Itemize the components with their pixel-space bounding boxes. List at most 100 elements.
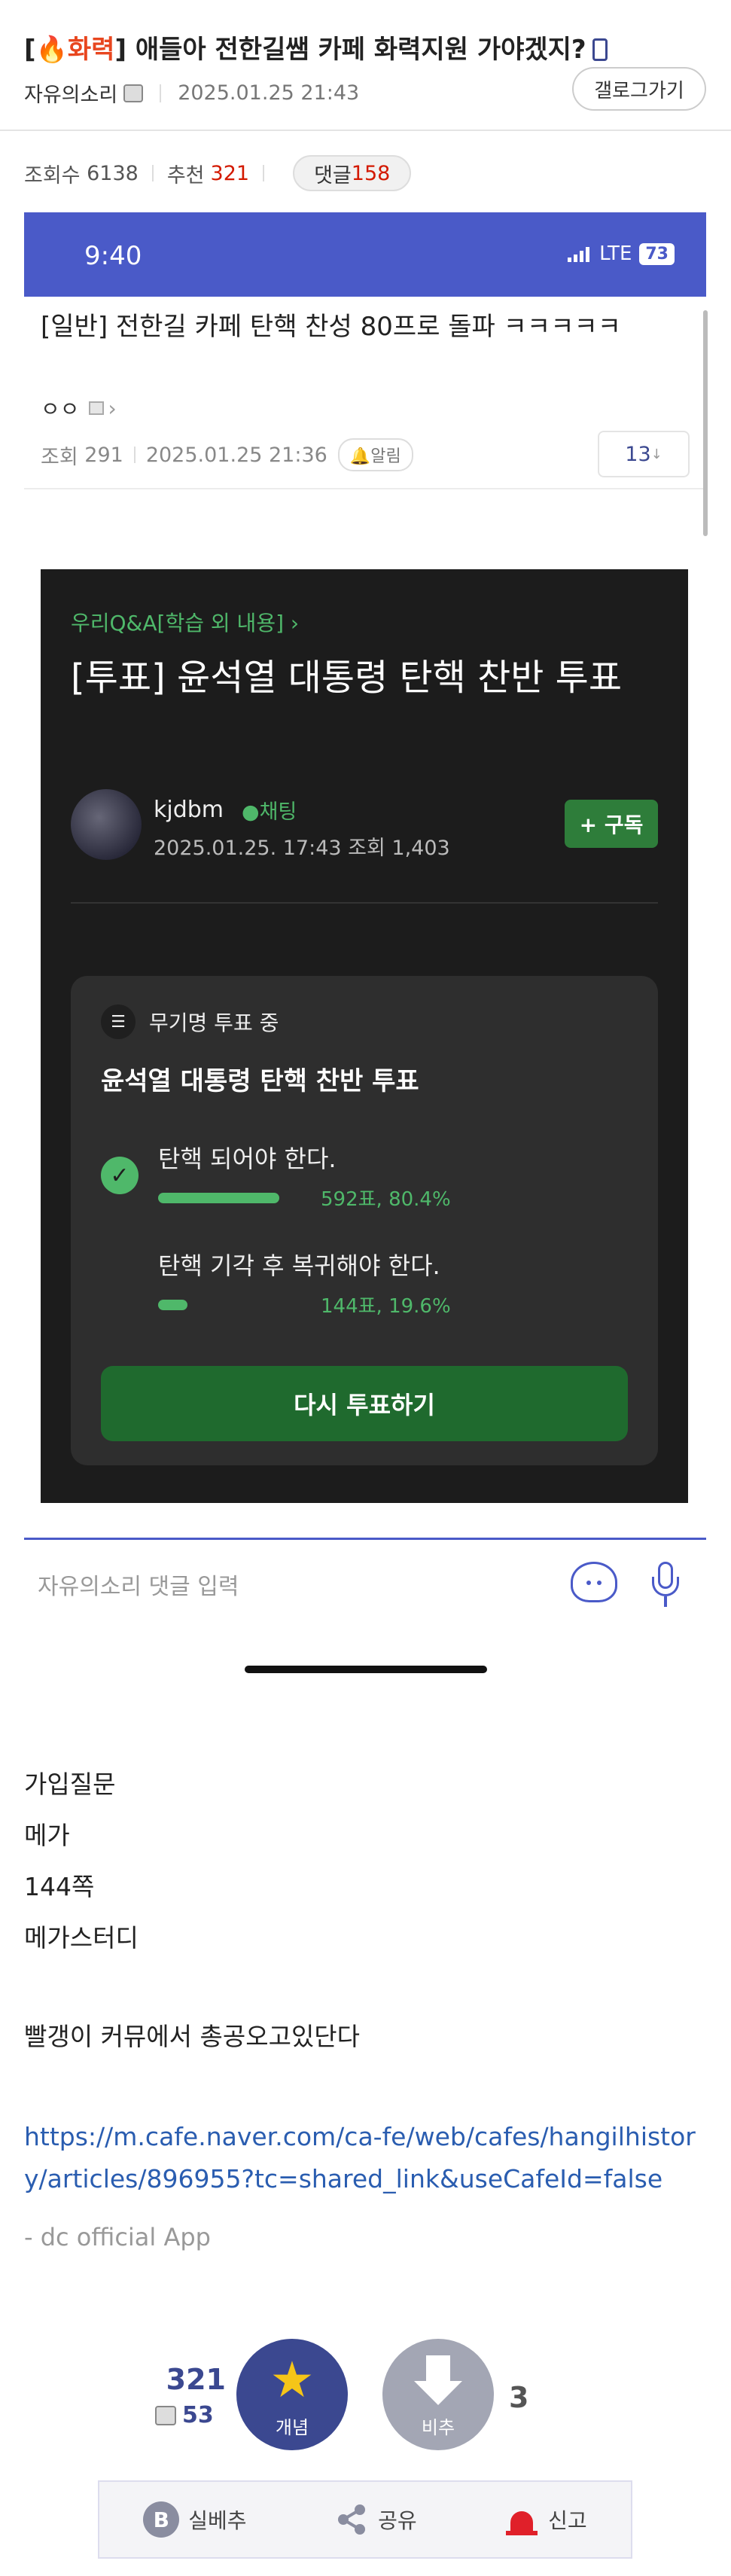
recommend-label: 추천 [166, 163, 205, 187]
star-icon: ★ [270, 2351, 315, 2409]
badge-icon [88, 401, 104, 415]
chat-link: ●채팅 [242, 800, 297, 824]
avatar [71, 789, 142, 860]
divider [160, 84, 162, 102]
inner-datetime: 2025.01.25 21:36 [145, 443, 327, 467]
poll-author: kjdbm ●채팅 [154, 795, 297, 825]
inner-comment-count: 13 ↓ [598, 431, 690, 477]
divider [263, 165, 265, 181]
check-icon: ✓ [101, 1157, 139, 1194]
poll-bar [158, 1192, 309, 1203]
dccon-icon [571, 1562, 617, 1602]
recommend-total: 321 [166, 2363, 226, 2396]
post-body: 가입질문 메가 144쪽 메가스터디 [24, 1759, 139, 1964]
poll-result-label: 592표, 80.4% [321, 1188, 451, 1211]
body-line: 가입질문 [24, 1770, 116, 1799]
divider [24, 488, 706, 489]
share-icon [334, 2502, 369, 2537]
comment-input-placeholder: 자유의소리 댓글 입력 [38, 1574, 239, 1600]
poll-question: 윤석열 대통령 탄핵 찬반 투표 [101, 1066, 419, 1096]
body-line: 144쪽 [24, 1872, 95, 1901]
poll-bar [158, 1299, 309, 1310]
siren-icon [504, 2502, 539, 2537]
fixed-recommend-count: 53 [182, 2402, 214, 2428]
divider [24, 1538, 706, 1540]
inner-author-name: ㅇㅇ [41, 397, 80, 422]
poll-username: kjdbm [154, 797, 224, 823]
status-right: LTE 73 [568, 242, 675, 265]
poll-result: 144표, 19.6% [158, 1291, 451, 1318]
inner-comment-number: 13 [625, 442, 651, 466]
downvote-count: 3 [509, 2381, 529, 2414]
inner-post-meta: 조회 291 2025.01.25 21:36 🔔알림 [41, 438, 413, 471]
inner-author: ㅇㅇ › [41, 393, 117, 423]
poll-bar-fill [158, 1299, 188, 1310]
body-line: 빨갱이 커뮤에서 총공오고있단다 [24, 2022, 361, 2051]
post-meta: 자유의소리 2025.01.25 21:43 [24, 78, 359, 108]
post-datetime: 2025.01.25 21:43 [178, 81, 360, 105]
poll-result: 592표, 80.4% [158, 1184, 451, 1212]
poll-bar-fill [158, 1192, 279, 1203]
best-recommend-label: 실베추 [188, 2508, 247, 2533]
poll-post-title: [투표] 윤석열 대통령 탄핵 찬반 투표 [71, 657, 622, 699]
fixed-user-icon [155, 2405, 176, 2425]
subscribe-button: + 구독 [565, 800, 658, 848]
fixed-recommend: 53 [155, 2402, 214, 2428]
recommend-label: 개념 [275, 2417, 309, 2438]
chevron-right-icon: › [108, 395, 117, 421]
poll-status: ☰ 무기명 투표 중 [101, 1004, 279, 1039]
home-indicator [245, 1666, 487, 1673]
scrollbar [703, 310, 708, 536]
mobile-icon [592, 38, 608, 61]
poll-option-text: 탄핵 기각 후 복귀해야 한다. [158, 1251, 440, 1280]
poll-screenshot: 우리Q&A[학습 외 내용] › [투표] 윤석열 대통령 탄핵 찬반 투표 k… [41, 569, 688, 1503]
signal-icon [568, 245, 592, 262]
divider [71, 902, 658, 904]
share-label: 공유 [378, 2508, 417, 2533]
app-signature: - dc official App [24, 2223, 211, 2251]
report-label: 신고 [548, 2508, 587, 2533]
views-label: 조회수 [24, 163, 81, 187]
chat-label: 채팅 [259, 800, 297, 824]
recommend-count: 321 [210, 161, 250, 185]
post-title: [🔥화력] 애들아 전한길쌤 카페 화력지원 가야겠지? [24, 29, 702, 66]
best-recommend-button[interactable]: B 실베추 [143, 2501, 247, 2538]
poll-badge: 무기명 투표 중 [149, 1011, 279, 1035]
arrow-down-icon [426, 2355, 450, 2382]
poll-option-text: 탄핵 되어야 한다. [158, 1145, 337, 1173]
mic-icon [652, 1562, 679, 1608]
title-text: ] 애들아 전한길쌤 카페 화력지원 가야겠지? [114, 35, 586, 65]
inner-post-title: [일반] 전한길 카페 탄핵 찬성 80프로 돌파 ㅋㅋㅋㅋㅋ [41, 312, 622, 342]
network-type: LTE [599, 242, 632, 265]
comments-count: 158 [351, 161, 391, 185]
poll-card: ☰ 무기명 투표 중 윤석열 대통령 탄핵 찬반 투표 ✓ 탄핵 되어야 한다.… [71, 976, 658, 1465]
report-button[interactable]: 신고 [504, 2502, 587, 2537]
views-count: 6138 [87, 161, 139, 185]
divider [133, 447, 136, 463]
inner-views-label: 조회 [41, 445, 78, 469]
divider [151, 165, 154, 181]
downvote-label: 비추 [421, 2417, 455, 2438]
poll-meta: 2025.01.25. 17:43 조회 1,403 [154, 837, 450, 860]
body-line: 메가 [24, 1821, 70, 1850]
gallog-badge-icon [123, 84, 144, 102]
b-icon: B [143, 2501, 180, 2538]
alarm-button: 🔔알림 [337, 438, 413, 471]
author-name[interactable]: 자유의소리 [24, 78, 117, 108]
poll-icon: ☰ [101, 1004, 136, 1039]
cafe-breadcrumb: 우리Q&A[학습 외 내용] › [71, 611, 300, 636]
embedded-screenshot: 9:40 LTE 73 [일반] 전한길 카페 탄핵 찬성 80프로 돌파 ㅋㅋ… [24, 212, 708, 1544]
poll-result-label: 144표, 19.6% [321, 1295, 451, 1318]
downvote-button[interactable]: 비추 [382, 2339, 494, 2450]
post-action-bar: B 실베추 공유 신고 [98, 2480, 632, 2559]
post-stats: 조회수 6138 추천 321 댓글 158 [24, 155, 412, 191]
comments-button[interactable]: 댓글 158 [293, 155, 412, 191]
status-time: 9:40 [84, 241, 142, 271]
divider [0, 130, 731, 131]
share-button[interactable]: 공유 [334, 2502, 417, 2537]
external-link[interactable]: https://m.cafe.naver.com/ca-fe/web/cafes… [24, 2116, 709, 2200]
gallog-button[interactable]: 갤로그가기 [572, 67, 706, 111]
revote-button: 다시 투표하기 [101, 1366, 628, 1441]
recommend-button[interactable]: ★ 개념 [236, 2339, 348, 2450]
title-prefix: [ [24, 35, 36, 65]
